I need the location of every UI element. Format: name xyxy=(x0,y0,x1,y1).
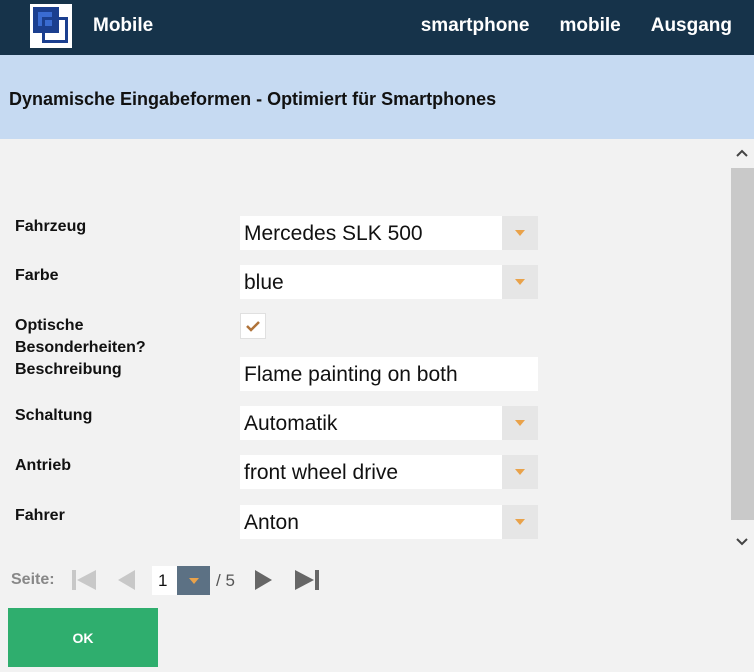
dropdown-arrow-icon[interactable] xyxy=(502,455,538,489)
ok-button[interactable]: OK xyxy=(8,608,158,667)
chevron-down-icon xyxy=(735,538,748,546)
page-current: 1 xyxy=(158,571,168,590)
dropdown-arrow-icon[interactable] xyxy=(502,216,538,250)
nav-link-mobile[interactable]: mobile xyxy=(559,15,620,37)
checkmark-icon xyxy=(246,321,260,332)
previous-page-icon[interactable] xyxy=(117,568,137,592)
first-page-icon[interactable] xyxy=(71,568,97,592)
page-total: / 5 xyxy=(216,571,235,590)
farbe-select[interactable]: blue xyxy=(240,265,538,299)
scroll-thumb[interactable] xyxy=(731,168,754,520)
dropdown-arrow-icon[interactable] xyxy=(502,265,538,299)
fahrzeug-select[interactable]: Mercedes SLK 500 xyxy=(240,216,538,250)
antrieb-select[interactable]: front wheel drive xyxy=(240,455,538,489)
fahrer-value: Anton xyxy=(244,511,299,534)
page-header: Dynamische Eingabeformen - Optimiert für… xyxy=(0,55,754,139)
scroll-up-button[interactable] xyxy=(729,139,754,167)
farbe-label: Farbe xyxy=(15,267,59,284)
top-bar: Mobile smartphone mobile Ausgang xyxy=(0,0,754,55)
nav-link-smartphone[interactable]: smartphone xyxy=(421,15,530,37)
top-nav: smartphone mobile Ausgang xyxy=(421,15,732,37)
fahrer-select[interactable]: Anton xyxy=(240,505,538,539)
page-title: Dynamische Eingabeformen - Optimiert für… xyxy=(9,89,497,109)
schaltung-value: Automatik xyxy=(244,412,338,435)
chevron-up-icon xyxy=(735,149,748,157)
optische-checkbox[interactable] xyxy=(240,313,266,339)
beschreibung-input[interactable]: Flame painting on both xyxy=(240,357,538,391)
beschreibung-value: Flame painting on both xyxy=(244,363,458,386)
optische-label-line1: Optische xyxy=(15,317,84,334)
app-title: Mobile xyxy=(93,15,154,36)
logo-icon xyxy=(30,4,72,48)
pager-label: Seite: xyxy=(11,571,55,588)
next-page-icon[interactable] xyxy=(253,568,273,592)
antrieb-label: Antrieb xyxy=(15,457,71,474)
farbe-value: blue xyxy=(244,271,284,294)
fahrer-label: Fahrer xyxy=(15,507,65,524)
schaltung-label: Schaltung xyxy=(15,407,93,424)
scroll-down-button[interactable] xyxy=(729,528,754,556)
fahrzeug-label: Fahrzeug xyxy=(15,218,87,235)
vertical-scrollbar[interactable] xyxy=(729,139,754,556)
page-number-select[interactable]: 1 xyxy=(152,566,210,595)
pager: Seite: 1 / 5 xyxy=(0,556,754,606)
schaltung-select[interactable]: Automatik xyxy=(240,406,538,440)
dropdown-arrow-icon[interactable] xyxy=(177,566,210,595)
dropdown-arrow-icon[interactable] xyxy=(502,406,538,440)
antrieb-value: front wheel drive xyxy=(244,461,399,484)
optische-label-line2: Besonderheiten? xyxy=(15,339,146,356)
nav-link-ausgang[interactable]: Ausgang xyxy=(651,15,732,37)
dropdown-arrow-icon[interactable] xyxy=(502,505,538,539)
fahrzeug-value: Mercedes SLK 500 xyxy=(244,222,423,245)
beschreibung-label: Beschreibung xyxy=(15,361,122,378)
last-page-icon[interactable] xyxy=(294,568,320,592)
